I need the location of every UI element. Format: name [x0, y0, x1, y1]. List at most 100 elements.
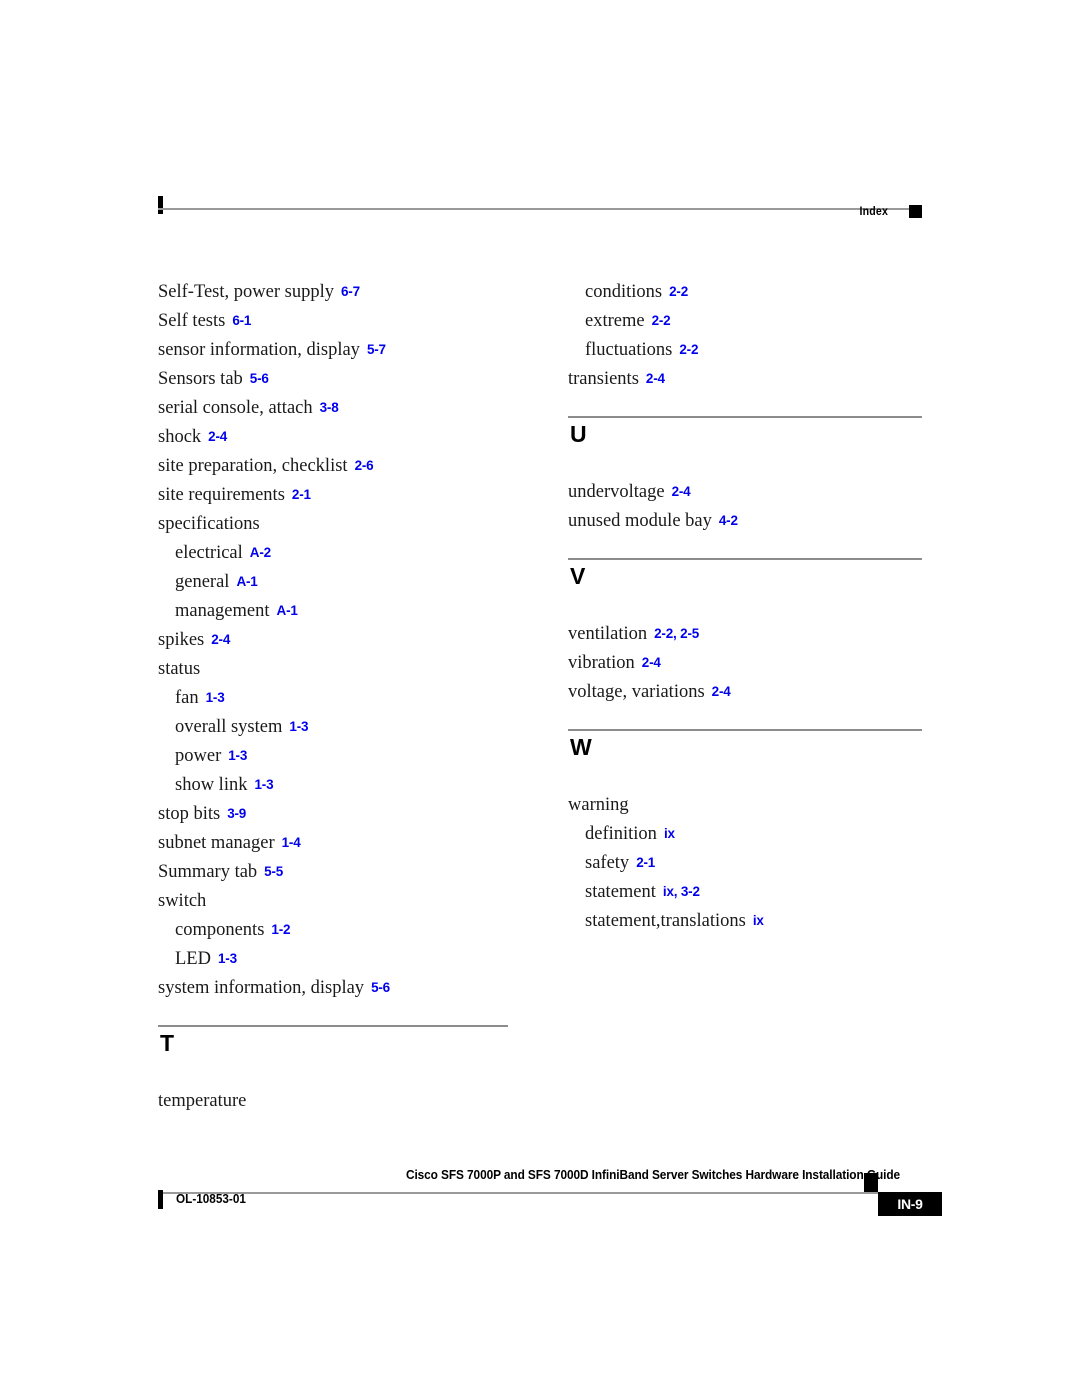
header-label: Index: [859, 206, 888, 218]
index-section-divider: [568, 558, 922, 560]
index-entry: definition ix: [568, 820, 968, 849]
index-entry-term: vibration: [568, 653, 635, 673]
index-column-right: conditions 2-2 extreme 2-2 fluctuations 2-2 tr…: [568, 278, 968, 936]
index-entry-page-reference[interactable]: 3-9: [227, 806, 246, 821]
index-entry: subnet manager 1-4: [158, 829, 558, 858]
index-entry-page-reference[interactable]: 2-1: [636, 855, 655, 870]
index-entry-page-reference[interactable]: A-2: [250, 545, 271, 560]
index-entry-page-reference[interactable]: 5-6: [250, 371, 269, 386]
index-entry-page-reference[interactable]: 2-2: [652, 313, 671, 328]
index-section-letter: V: [570, 563, 586, 589]
index-entry-page-reference[interactable]: 1-3: [206, 690, 225, 705]
index-entry-page-reference[interactable]: 2-4: [672, 484, 691, 499]
index-section-header: V: [568, 536, 968, 604]
index-entry: site requirements 2-1: [158, 481, 558, 510]
index-entry-term: components: [175, 920, 265, 940]
footer-page-number: IN-9: [897, 1196, 923, 1212]
index-entry-page-reference[interactable]: 1-3: [254, 777, 273, 792]
index-entry: Self-Test, power supply 6-7: [158, 278, 558, 307]
index-entry-term: site requirements: [158, 485, 285, 505]
index-entry: specifications: [158, 510, 558, 539]
index-entry: site preparation, checklist 2-6: [158, 452, 558, 481]
index-entry-page-reference[interactable]: 6-7: [341, 284, 360, 299]
index-entry-page-reference[interactable]: ix: [753, 913, 764, 928]
index-entry-term: spikes: [158, 630, 205, 650]
index-entry-page-reference[interactable]: 4-2: [719, 513, 738, 528]
index-entry-page-reference[interactable]: 1-2: [271, 922, 290, 937]
index-entry-term: statement: [585, 882, 656, 902]
index-entry-term: Self-Test, power supply: [158, 282, 334, 302]
index-entry: switch: [158, 887, 558, 916]
index-entry-page-reference[interactable]: 2-4: [208, 429, 227, 444]
index-entry: system information, display 5-6: [158, 974, 558, 1003]
index-entry-term: serial console, attach: [158, 398, 313, 418]
index-entry-page-reference[interactable]: 2-2: [679, 342, 698, 357]
index-entry-page-reference[interactable]: 1-3: [218, 951, 237, 966]
header-tick-mark: [158, 196, 163, 214]
index-entry-term: safety: [585, 853, 630, 873]
header-square-marker-icon: [909, 205, 922, 218]
index-entry-page-reference[interactable]: ix: [664, 826, 675, 841]
index-section-letter: W: [570, 734, 592, 760]
index-entry: fluctuations 2-2: [568, 336, 968, 365]
page-header: Index: [158, 196, 922, 230]
index-entry-page-reference[interactable]: 3-8: [320, 400, 339, 415]
footer-square-marker-icon: [864, 1173, 878, 1192]
index-entry: show link 1-3: [158, 771, 558, 800]
index-entry: Self tests 6-1: [158, 307, 558, 336]
index-entry-page-reference[interactable]: 2-4: [712, 684, 731, 699]
index-entry-term: shock: [158, 427, 202, 447]
index-entry-term: subnet manager: [158, 833, 275, 853]
index-entry-page-reference[interactable]: 6-1: [232, 313, 251, 328]
index-entry-page-reference[interactable]: ix, 3-2: [663, 884, 700, 899]
index-entry: extreme 2-2: [568, 307, 968, 336]
footer-divider: [158, 1192, 922, 1194]
index-entry: sensor information, display 5-7: [158, 336, 558, 365]
index-entry-term: extreme: [585, 311, 645, 331]
index-entry: statement ix, 3-2: [568, 878, 968, 907]
index-entry-page-reference[interactable]: 1-3: [289, 719, 308, 734]
index-entry-term: voltage, variations: [568, 682, 705, 702]
index-entry-page-reference[interactable]: 5-7: [367, 342, 386, 357]
index-entry-term: undervoltage: [568, 482, 665, 502]
index-entry: general A-1: [158, 568, 558, 597]
index-entry-page-reference[interactable]: 1-4: [282, 835, 301, 850]
index-entry-page-reference[interactable]: 5-6: [371, 980, 390, 995]
index-entry-page-reference[interactable]: 2-2: [669, 284, 688, 299]
index-entry-term: sensor information, display: [158, 340, 360, 360]
index-entry-page-reference[interactable]: 2-6: [355, 458, 374, 473]
index-entry: Summary tab 5-5: [158, 858, 558, 887]
index-entry-term: warning: [568, 795, 629, 815]
index-section-divider: [568, 729, 922, 731]
index-entry-page-reference[interactable]: 1-3: [228, 748, 247, 763]
index-entry: unused module bay 4-2: [568, 507, 968, 536]
index-entry-term: specifications: [158, 514, 260, 534]
index-page: Index Self-Test, power supply 6-7 Self tes…: [0, 0, 1080, 1397]
index-entry-page-reference[interactable]: 5-5: [264, 864, 283, 879]
index-entry-page-reference[interactable]: 2-2, 2-5: [654, 626, 699, 641]
index-entry: components 1-2: [158, 916, 558, 945]
footer-doc-id: OL-10853-01: [176, 1192, 246, 1206]
index-section-divider: [568, 416, 922, 418]
index-section-divider: [158, 1025, 508, 1027]
index-entry-term: power: [175, 746, 222, 766]
index-entry-term: show link: [175, 775, 248, 795]
index-entry-term: Self tests: [158, 311, 226, 331]
index-entry: temperature: [158, 1087, 558, 1116]
index-entry-page-reference[interactable]: 2-4: [642, 655, 661, 670]
index-entry-page-reference[interactable]: A-1: [236, 574, 257, 589]
index-entry: conditions 2-2: [568, 278, 968, 307]
index-entry-page-reference[interactable]: 2-4: [646, 371, 665, 386]
index-entry: ventilation 2-2, 2-5: [568, 620, 968, 649]
index-entry-term: transients: [568, 369, 639, 389]
index-entry-page-reference[interactable]: 2-4: [211, 632, 230, 647]
index-entry-term: Summary tab: [158, 862, 258, 882]
index-entry-term: switch: [158, 891, 207, 911]
index-entry-page-reference[interactable]: 2-1: [292, 487, 311, 502]
index-entry-term: overall system: [175, 717, 283, 737]
index-entry: overall system 1-3: [158, 713, 558, 742]
index-entry-term: status: [158, 659, 201, 679]
index-entry-page-reference[interactable]: A-1: [277, 603, 298, 618]
